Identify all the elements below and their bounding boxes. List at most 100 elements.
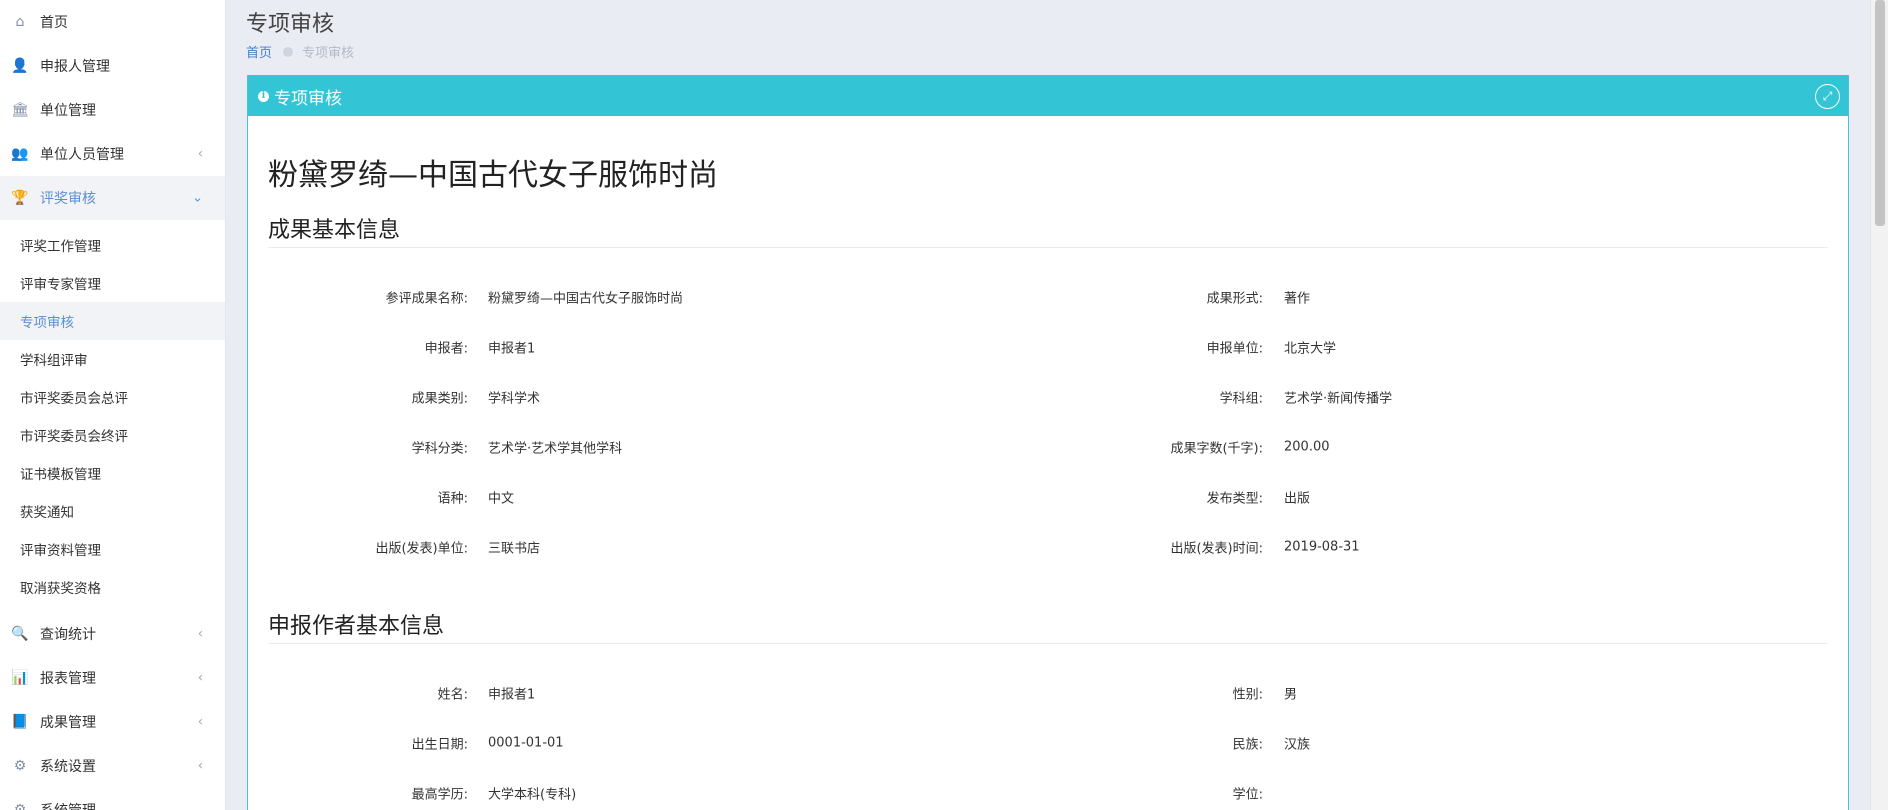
- chevron-left-icon: ‹: [197, 670, 203, 686]
- info-row: 姓名: 申报者1 性别: 男: [268, 668, 1828, 718]
- sidebar-item-cog[interactable]: ⚙ 系统管理: [0, 788, 225, 810]
- breadcrumb: 首页 专项审核: [246, 42, 354, 61]
- field-label: 学科组:: [1219, 391, 1263, 407]
- breadcrumb-separator-icon: [283, 46, 294, 57]
- field-label: 出生日期:: [411, 737, 468, 753]
- field-value: 三联书店: [488, 541, 541, 557]
- field-label: 出版(发表)单位:: [375, 541, 468, 557]
- field-value: 北京大学: [1284, 341, 1337, 357]
- sidebar-item-label: 申报人管理: [40, 59, 110, 75]
- field-value: 申报者1: [488, 687, 536, 703]
- field-label: 最高学历:: [411, 787, 468, 803]
- field-value: 出版: [1284, 491, 1311, 507]
- expand-icon[interactable]: ⤢: [1815, 84, 1840, 109]
- trophy-icon: 🏆: [11, 190, 29, 206]
- field-label: 成果类别:: [411, 391, 468, 407]
- submenu-item[interactable]: 评审资料管理: [0, 530, 225, 568]
- info-row: 出生日期: 0001-01-01 民族: 汉族: [268, 718, 1828, 768]
- submenu-item[interactable]: 评奖工作管理: [0, 226, 225, 264]
- field-value: 男: [1284, 687, 1298, 703]
- info-row: 学科分类: 艺术学·艺术学其他学科 成果字数(千字): 200.00: [268, 422, 1828, 472]
- field-label: 学科分类:: [411, 441, 468, 457]
- info-row: 申报者: 申报者1 申报单位: 北京大学: [268, 322, 1828, 372]
- sidebar-item-label: 系统管理: [40, 800, 96, 810]
- field-label: 申报单位:: [1206, 341, 1263, 357]
- sidebar-item-users[interactable]: 👥 单位人员管理 ‹: [0, 132, 225, 176]
- sidebar-item-institution[interactable]: 🏛 单位管理: [0, 88, 225, 132]
- users-icon: 👥: [11, 146, 29, 162]
- info-row: 语种: 中文 发布类型: 出版: [268, 472, 1828, 522]
- submenu-item[interactable]: 专项审核: [0, 302, 225, 340]
- chevron-down-icon: ⌄: [192, 190, 203, 206]
- field-value: 艺术学·艺术学其他学科: [488, 441, 623, 457]
- institution-icon: 🏛: [11, 102, 29, 118]
- submenu-item[interactable]: 学科组评审: [0, 340, 225, 378]
- chevron-left-icon: ‹: [197, 714, 203, 730]
- field-label: 民族:: [1232, 737, 1263, 753]
- field-label: 姓名:: [437, 687, 468, 703]
- field-value: 粉黛罗绮—中国古代女子服饰时尚: [488, 291, 684, 307]
- submenu-item[interactable]: 取消获奖资格: [0, 568, 225, 606]
- sidebar-item-book[interactable]: 📘 成果管理 ‹: [0, 700, 225, 744]
- field-value: 200.00: [1284, 439, 1330, 455]
- panel-header: i 专项审核 ⤢: [248, 76, 1848, 116]
- work-title: 粉黛罗绮—中国古代女子服饰时尚: [268, 158, 718, 193]
- sidebar-item-home[interactable]: ⌂ 首页: [0, 0, 225, 44]
- sidebar-item-label: 首页: [40, 15, 68, 31]
- field-value: 2019-08-31: [1284, 539, 1360, 555]
- panel-title: 专项审核: [274, 88, 342, 109]
- sidebar-item-trophy[interactable]: 🏆 评奖审核 ⌄: [0, 176, 225, 220]
- cog-icon: ⚙: [13, 802, 27, 810]
- home-icon: ⌂: [15, 14, 25, 30]
- sidebar-item-label: 评奖审核: [40, 191, 96, 207]
- review-panel: i 专项审核 ⤢ 粉黛罗绮—中国古代女子服饰时尚 成果基本信息 参评成果名称: 粉…: [247, 75, 1849, 810]
- info-row: 最高学历: 大学本科(专科) 学位:: [268, 768, 1828, 810]
- breadcrumb-current: 专项审核: [302, 46, 355, 61]
- chevron-left-icon: ‹: [197, 758, 203, 774]
- submenu-item[interactable]: 证书模板管理: [0, 454, 225, 492]
- sidebar-item-user[interactable]: 👤 申报人管理: [0, 44, 225, 88]
- field-label: 成果字数(千字):: [1170, 441, 1263, 457]
- breadcrumb-home-link[interactable]: 首页: [246, 42, 272, 61]
- field-value: 0001-01-01: [488, 735, 564, 751]
- field-label: 语种:: [437, 491, 468, 507]
- sidebar: ⌂ 首页 👤 申报人管理 🏛 单位管理 👥 单位人员管理 ‹ 🏆 评奖审核 ⌄ 评奖工作管理 评审专家管…: [0, 0, 226, 810]
- submenu-item[interactable]: 评审专家管理: [0, 264, 225, 302]
- sidebar-item-search[interactable]: 🔍 查询统计 ‹: [0, 612, 225, 656]
- book-icon: 📘: [11, 714, 29, 730]
- author-info-grid: 姓名: 申报者1 性别: 男出生日期: 0001-01-01 民族: 汉族最高学历: 大学本科…: [268, 668, 1828, 810]
- chevron-left-icon: ‹: [197, 626, 203, 642]
- section-title-work-info: 成果基本信息: [268, 214, 1828, 248]
- sidebar-item-label: 系统设置: [40, 759, 96, 775]
- bar-chart-icon: 📊: [11, 670, 29, 686]
- field-value: 大学本科(专科): [488, 787, 577, 803]
- gears-icon: ⚙: [13, 758, 27, 774]
- field-value: 学科学术: [488, 391, 541, 407]
- info-icon: i: [258, 90, 269, 102]
- info-row: 出版(发表)单位: 三联书店 出版(发表)时间: 2019-08-31: [268, 522, 1828, 572]
- sidebar-item-gears[interactable]: ⚙ 系统设置 ‹: [0, 744, 225, 788]
- field-label: 成果形式:: [1206, 291, 1263, 307]
- submenu-item[interactable]: 市评奖委员会总评: [0, 378, 225, 416]
- field-label: 参评成果名称:: [385, 291, 468, 307]
- sidebar-item-label: 报表管理: [40, 671, 96, 687]
- scrollbar-thumb[interactable]: [1875, 0, 1885, 226]
- sidebar-item-label: 查询统计: [40, 627, 96, 643]
- submenu-item[interactable]: 获奖通知: [0, 492, 225, 530]
- sidebar-item-label: 成果管理: [40, 715, 96, 731]
- sidebar-item-label: 单位人员管理: [40, 147, 124, 163]
- info-row: 成果类别: 学科学术 学科组: 艺术学·新闻传播学: [268, 372, 1828, 422]
- field-label: 发布类型:: [1206, 491, 1263, 507]
- field-label: 性别:: [1232, 687, 1263, 703]
- field-label: 出版(发表)时间:: [1170, 541, 1263, 557]
- field-value: 著作: [1284, 291, 1311, 307]
- sidebar-item-bar-chart[interactable]: 📊 报表管理 ‹: [0, 656, 225, 700]
- field-value: 汉族: [1284, 737, 1311, 753]
- page-title: 专项审核: [246, 12, 335, 37]
- main-content: 专项审核 首页 专项审核 i 专项审核 ⤢ 粉黛罗绮—中国古代女子服饰时尚 成果…: [227, 0, 1863, 810]
- submenu-item[interactable]: 市评奖委员会终评: [0, 416, 225, 454]
- info-row: 参评成果名称: 粉黛罗绮—中国古代女子服饰时尚 成果形式: 著作: [268, 272, 1828, 322]
- page-scrollbar[interactable]: [1870, 0, 1888, 810]
- field-value: 申报者1: [488, 341, 536, 357]
- chevron-left-icon: ‹: [197, 146, 203, 162]
